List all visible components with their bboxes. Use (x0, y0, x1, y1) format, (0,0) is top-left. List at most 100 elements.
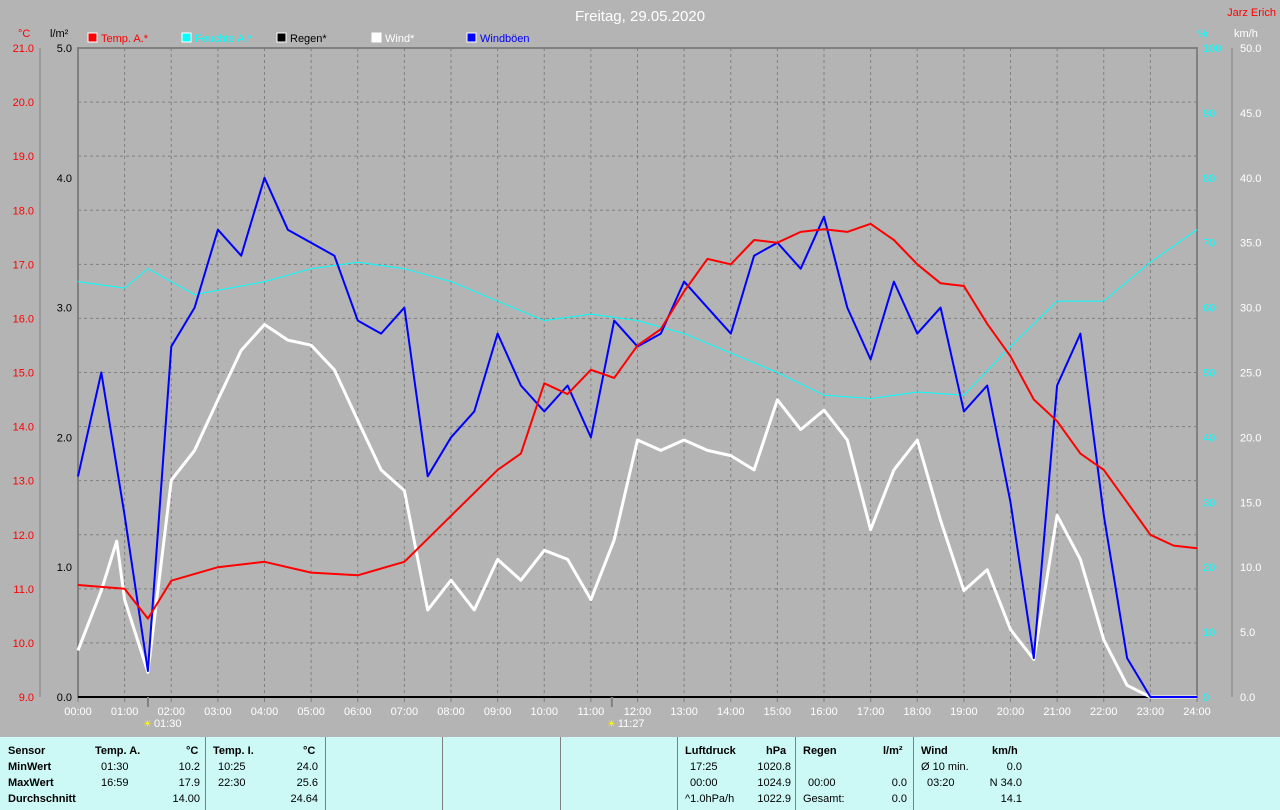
data-point (730, 263, 732, 265)
data-point (357, 574, 359, 576)
data-point (194, 449, 196, 451)
legend-label: Temp. A.* (101, 33, 149, 45)
wind-avg: 14.1 (1000, 793, 1022, 805)
data-point (287, 339, 289, 341)
x-tick-label: 14:00 (717, 706, 745, 718)
x-tick-label: 09:00 (484, 706, 512, 718)
x-tick-label: 12:00 (624, 706, 652, 718)
data-point (800, 268, 802, 270)
pressure-min-time: 17:25 (690, 761, 718, 773)
data-point (194, 307, 196, 309)
data-point (310, 344, 312, 346)
marker-time-label: 11:27 (618, 718, 645, 730)
legend-swatch (276, 32, 287, 43)
humidity-tick-label: 30 (1203, 497, 1215, 509)
data-point (310, 268, 312, 270)
pressure-trend: ^1.0hPa/h (685, 793, 735, 805)
data-point (1126, 657, 1128, 659)
temp-tick-label: 10.0 (13, 638, 34, 650)
temp-i-min-value: 24.0 (296, 761, 318, 773)
data-point (706, 258, 708, 260)
wind-tick-label: 5.0 (1240, 627, 1255, 639)
data-point (893, 281, 895, 283)
legend-swatch (87, 32, 98, 43)
data-point (147, 268, 149, 270)
data-point (637, 439, 638, 441)
data-point (287, 229, 289, 231)
temp-tick-label: 21.0 (13, 43, 34, 55)
data-point (1056, 384, 1058, 386)
x-tick-label: 13:00 (670, 706, 698, 718)
data-point (194, 294, 196, 296)
temp-a-max-value: 17.9 (178, 777, 200, 789)
humidity-tick-label: 100 (1203, 43, 1221, 55)
data-point (1103, 300, 1105, 302)
data-point (427, 475, 429, 477)
data-point (357, 261, 359, 263)
minwert-label: MinWert (8, 761, 52, 773)
data-point (403, 561, 405, 563)
data-point (147, 618, 149, 620)
legend-swatch (371, 32, 382, 43)
wind-max-time: 03:20 (927, 777, 955, 789)
data-point (497, 558, 499, 560)
data-point (823, 409, 825, 411)
wind-tick-label: 35.0 (1240, 238, 1261, 250)
data-point (776, 372, 778, 373)
rain-tick-label: 1.0 (57, 562, 72, 574)
humidity-tick-label: 60 (1203, 303, 1215, 315)
data-point (473, 609, 475, 611)
data-point (473, 410, 475, 412)
data-point (870, 359, 872, 361)
x-tick-label: 23:00 (1137, 706, 1165, 718)
data-point (1033, 399, 1035, 401)
data-point (333, 369, 335, 371)
pressure-unit: hPa (766, 745, 787, 757)
data-point (567, 393, 569, 395)
data-point (870, 223, 872, 225)
temp-tick-label: 11.0 (13, 584, 34, 596)
data-point (450, 436, 452, 438)
temp-tick-label: 14.0 (13, 422, 34, 434)
wind-header: Wind (921, 745, 948, 757)
data-point (1149, 261, 1151, 263)
data-point (520, 579, 522, 581)
data-point (264, 561, 265, 563)
rain-total: 0.0 (891, 793, 907, 805)
x-tick-label: 16:00 (810, 706, 838, 718)
data-point (916, 391, 918, 393)
data-point (940, 519, 942, 521)
temp-a-unit: °C (186, 745, 199, 757)
wind-unit: km/h (992, 745, 1018, 757)
rain-max-value: 0.0 (891, 777, 907, 789)
x-tick-label: 10:00 (530, 706, 558, 718)
data-point (124, 588, 126, 590)
temp-a-min-time: 01:30 (101, 761, 129, 773)
data-point (310, 572, 312, 574)
data-point (1173, 545, 1175, 547)
rain-total-label: Gesamt: (803, 793, 845, 805)
data-point (310, 242, 312, 244)
data-point (986, 569, 988, 571)
data-point (116, 540, 118, 542)
data-point (660, 333, 662, 335)
data-point (846, 231, 848, 233)
data-point (916, 439, 918, 441)
data-point (1010, 355, 1011, 357)
data-point (124, 514, 126, 516)
temp-a-min-value: 10.2 (178, 761, 200, 773)
x-tick-label: 22:00 (1090, 706, 1118, 718)
data-point (823, 216, 825, 218)
temp-a-avg: 14.00 (172, 793, 200, 805)
pressure-header: Luftdruck (685, 745, 736, 757)
data-point (497, 333, 499, 335)
data-point (986, 323, 988, 325)
temp-a-max-time: 16:59 (101, 777, 129, 789)
humidity-tick-label: 70 (1203, 238, 1215, 250)
data-point (683, 281, 685, 283)
temp-i-max-time: 22:30 (218, 777, 246, 789)
x-tick-label: 19:00 (950, 706, 978, 718)
humidity-tick-label: 10 (1203, 627, 1215, 639)
data-point (823, 228, 825, 230)
statistics-table: Sensor MinWert MaxWert Durchschnitt Temp… (0, 737, 1280, 810)
